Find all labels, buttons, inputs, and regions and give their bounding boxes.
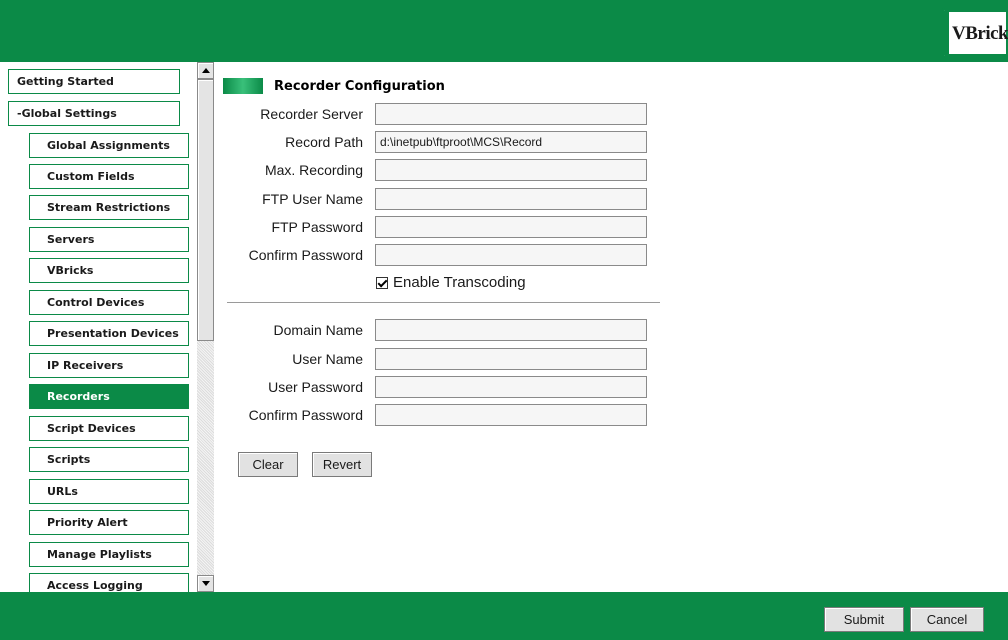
- sidebar-nav: Getting Started -Global Settings Global …: [0, 62, 214, 592]
- confirm-password-input[interactable]: [375, 244, 647, 266]
- domain-name-label: Domain Name: [273, 322, 363, 338]
- sidebar-item-scripts[interactable]: Scripts: [29, 447, 189, 472]
- arrow-down-icon: [201, 581, 210, 586]
- ftp-password-label: FTP Password: [271, 219, 363, 235]
- enable-transcoding-checkbox[interactable]: [376, 276, 388, 289]
- user-password-label: User Password: [268, 379, 363, 395]
- confirm-user-password-label: Confirm Password: [248, 407, 363, 423]
- cancel-button[interactable]: Cancel: [910, 607, 984, 632]
- header-bar: VBrick: [0, 0, 1008, 62]
- user-password-input[interactable]: [375, 376, 647, 398]
- arrow-up-icon: [201, 68, 210, 73]
- user-name-label: User Name: [292, 351, 363, 367]
- sidebar-item-urls[interactable]: URLs: [29, 479, 189, 504]
- sidebar-item-priority-alert[interactable]: Priority Alert: [29, 510, 189, 535]
- sidebar-item-global-settings[interactable]: -Global Settings: [8, 101, 180, 126]
- sidebar-item-stream-restrictions[interactable]: Stream Restrictions: [29, 195, 189, 220]
- section-header-icon: [223, 78, 263, 94]
- max-recording-label: Max. Recording: [264, 162, 363, 178]
- sidebar-item-global-assignments[interactable]: Global Assignments: [29, 133, 189, 158]
- confirm-password-label: Confirm Password: [248, 247, 363, 263]
- enable-transcoding-label: Enable Transcoding: [393, 274, 526, 291]
- ftp-password-input[interactable]: [375, 216, 647, 238]
- submit-button[interactable]: Submit: [824, 607, 904, 632]
- footer-bar: Submit Cancel: [0, 592, 1008, 640]
- record-path-input[interactable]: [375, 131, 647, 153]
- record-path-label: Record Path: [285, 134, 363, 150]
- sidebar-item-ip-receivers[interactable]: IP Receivers: [29, 353, 189, 378]
- sidebar-item-script-devices[interactable]: Script Devices: [29, 416, 189, 441]
- sidebar-item-custom-fields[interactable]: Custom Fields: [29, 164, 189, 189]
- sidebar-item-vbricks[interactable]: VBricks: [29, 258, 189, 283]
- revert-button[interactable]: Revert: [312, 452, 372, 477]
- sidebar-item-recorders[interactable]: Recorders: [29, 384, 189, 409]
- recorder-server-input[interactable]: [375, 103, 647, 125]
- confirm-user-password-input[interactable]: [375, 404, 647, 426]
- scroll-down-button[interactable]: [197, 575, 214, 592]
- recorder-server-label: Recorder Server: [260, 106, 363, 122]
- enable-transcoding-row[interactable]: Enable Transcoding: [376, 274, 526, 291]
- logo-text: VBrick: [952, 23, 1008, 44]
- sidebar-item-servers[interactable]: Servers: [29, 227, 189, 252]
- ftp-user-name-label: FTP User Name: [262, 191, 363, 207]
- sidebar-item-getting-started[interactable]: Getting Started: [8, 69, 180, 94]
- max-recording-input[interactable]: [375, 159, 647, 181]
- ftp-user-name-input[interactable]: [375, 188, 647, 210]
- sidebar-item-manage-playlists[interactable]: Manage Playlists: [29, 542, 189, 567]
- sidebar-item-access-logging[interactable]: Access Logging: [29, 573, 189, 592]
- page-title: Recorder Configuration: [274, 79, 445, 94]
- clear-button[interactable]: Clear: [238, 452, 298, 477]
- sidebar-item-control-devices[interactable]: Control Devices: [29, 290, 189, 315]
- sidebar-item-presentation-devices[interactable]: Presentation Devices: [29, 321, 189, 346]
- domain-name-input[interactable]: [375, 319, 647, 341]
- scroll-up-button[interactable]: [197, 62, 214, 79]
- user-name-input[interactable]: [375, 348, 647, 370]
- section-divider: [227, 302, 660, 303]
- vbrick-logo: VBrick: [942, 8, 1008, 58]
